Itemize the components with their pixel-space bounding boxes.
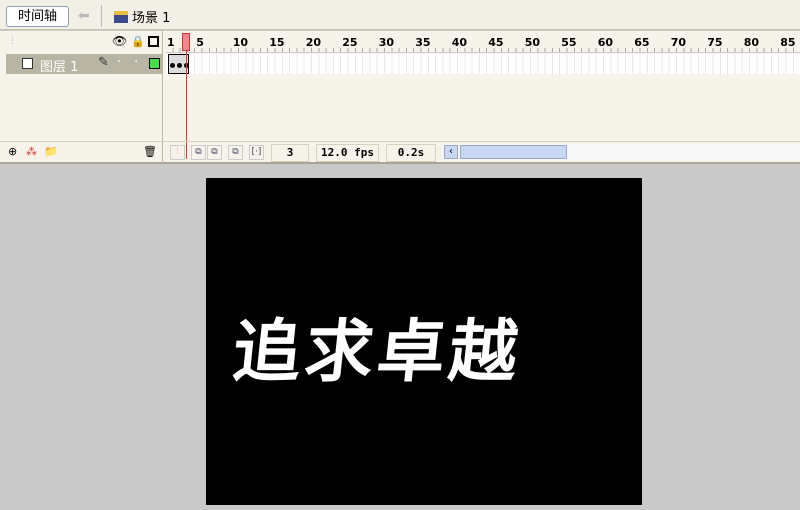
- center-frame-icon[interactable]: ⫶: [170, 145, 185, 160]
- add-layer-icon[interactable]: ⊕: [8, 145, 17, 158]
- ruler-tick: 45: [488, 36, 504, 49]
- ruler-tick: 50: [524, 36, 540, 49]
- lock-dot[interactable]: ·: [134, 55, 138, 70]
- ruler-tick: 10: [232, 36, 248, 49]
- ruler-tick: 85: [780, 36, 796, 49]
- layer-page-icon: [22, 58, 33, 69]
- stage-canvas[interactable]: 追求卓越: [206, 178, 642, 505]
- ruler-tick: 20: [305, 36, 321, 49]
- outline-color-swatch[interactable]: [149, 58, 160, 69]
- outline-square-icon[interactable]: [148, 36, 159, 47]
- ruler-tick: 60: [597, 36, 613, 49]
- pencil-icon: ✎: [98, 55, 109, 70]
- drag-handle[interactable]: ⋮: [8, 36, 17, 46]
- top-bar: 时间轴 ⬅ 场景 1: [0, 0, 800, 30]
- timeline-toggle-button[interactable]: 时间轴: [6, 6, 69, 27]
- ruler-tick: 75: [707, 36, 723, 49]
- lock-icon[interactable]: 🔒: [131, 35, 145, 48]
- visibility-dot[interactable]: ·: [117, 55, 121, 70]
- timeline-status-bar: ⊕ ⁂ 📁 🗑 ⫶ ⧉ ⧉ ⧉ [·] 3 12.0 fps 0.2s ‹: [0, 141, 800, 163]
- frame-grid[interactable]: [166, 54, 800, 74]
- ruler-tick: 15: [269, 36, 285, 49]
- scene-label: 场景 1: [132, 11, 171, 26]
- stage-text: 追求卓越: [229, 312, 526, 392]
- onion-skin-icon[interactable]: ⧉: [191, 145, 206, 160]
- trash-icon[interactable]: 🗑: [143, 145, 157, 158]
- ruler-tick: 35: [415, 36, 431, 49]
- ruler-tick: 1: [167, 36, 175, 49]
- layer-name: 图层 1: [40, 60, 79, 75]
- scroll-left-button[interactable]: ‹: [444, 145, 458, 159]
- ruler-tick: 25: [342, 36, 358, 49]
- ruler-tick: 70: [670, 36, 686, 49]
- frame-ruler[interactable]: 1 5 10 15 20 25 30 35 40 45 50 55 60 65 70 75 80 85: [166, 31, 800, 53]
- divider: [101, 5, 102, 27]
- add-guide-layer-icon[interactable]: ⁂: [26, 145, 37, 158]
- playhead[interactable]: [182, 33, 190, 51]
- onion-skin-outline-icon[interactable]: ⧉: [207, 145, 222, 160]
- eye-icon[interactable]: 👁: [112, 34, 127, 48]
- layer-row[interactable]: 图层 1 ✎ · ·: [6, 54, 163, 75]
- modify-onion-markers-icon[interactable]: [·]: [249, 145, 264, 160]
- add-folder-icon[interactable]: 📁: [44, 145, 58, 158]
- arrow-left-icon[interactable]: ⬅: [78, 8, 90, 24]
- frame-rate[interactable]: 12.0 fps: [316, 144, 379, 162]
- current-frame: 3: [271, 144, 309, 162]
- ruler-tick: 5: [196, 36, 204, 49]
- horizontal-scrollbar[interactable]: ‹: [442, 144, 800, 160]
- edit-multiple-frames-icon[interactable]: ⧉: [228, 145, 243, 160]
- ruler-tick: 80: [743, 36, 759, 49]
- ruler-tick: 30: [378, 36, 394, 49]
- scene-breadcrumb[interactable]: 场景 1: [114, 7, 170, 26]
- clapperboard-icon: [114, 10, 128, 23]
- ruler-tick: 40: [451, 36, 467, 49]
- ruler-tick: 55: [561, 36, 577, 49]
- scroll-thumb[interactable]: [460, 145, 567, 159]
- keyframe[interactable]: [170, 63, 175, 68]
- elapsed-time: 0.2s: [386, 144, 436, 162]
- layer-header: ⋮ 👁 🔒: [0, 31, 163, 53]
- timeline-panel: ⋮ 👁 🔒 1 5 10 15 20 25 30 35 40 45 50 55 60 65 70 75 80 85…: [0, 31, 800, 164]
- ruler-tick: 65: [634, 36, 650, 49]
- keyframe[interactable]: [177, 63, 182, 68]
